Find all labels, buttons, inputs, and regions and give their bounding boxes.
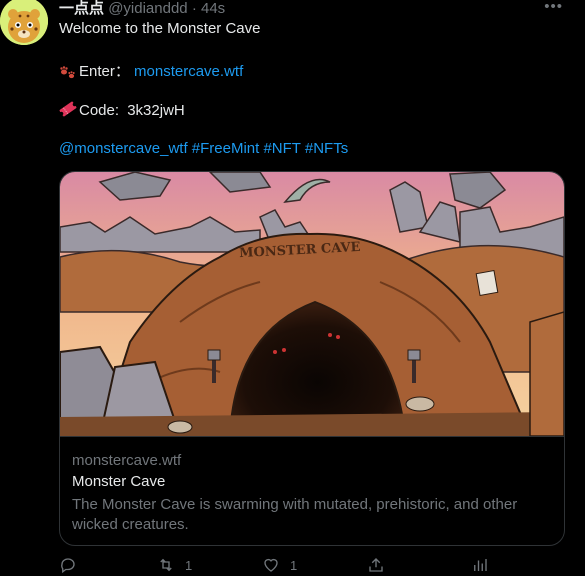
tweet-mentions[interactable]: @monstercave_wtf #FreeMint #NFT #NFTs [59, 140, 348, 157]
retweet-icon [160, 558, 172, 572]
analytics-button[interactable] [471, 556, 489, 574]
code-label: Code: [79, 102, 120, 119]
tweet-text-line1: Welcome to the Monster Cave [59, 20, 261, 37]
tweet-time[interactable]: 44s [201, 0, 225, 17]
like-count: 1 [290, 557, 298, 573]
card-image: MONSTER CAVE [60, 172, 564, 436]
link-card[interactable]: MONSTER CAVE monstercave.wtf Monster Cav… [59, 171, 565, 546]
like-button[interactable]: 1 [262, 556, 297, 574]
author-handle[interactable]: @yidianddd [108, 0, 187, 17]
paw-prints-icon [60, 66, 75, 79]
tweet-enter-line: Enter： monstercave.wtf [59, 60, 243, 81]
retweet-button[interactable]: 1 [157, 556, 192, 574]
avatar[interactable] [0, 0, 48, 45]
ticket-icon [59, 101, 77, 117]
author-name[interactable]: 一点点 [59, 0, 104, 17]
more-options-button[interactable]: ••• [544, 0, 563, 15]
card-body: monstercave.wtf Monster Cave The Monster… [60, 436, 564, 545]
reply-icon [61, 558, 75, 574]
cheetah-avatar-icon [0, 0, 48, 45]
share-button[interactable] [367, 556, 385, 574]
tweet-actions: 1 1 [59, 556, 559, 576]
tweet-code-line: Code: 3k32jwH [59, 100, 185, 119]
tweet-header: 一点点 @yidianddd · 44s [59, 0, 225, 18]
card-description: The Monster Cave is swarming with mutate… [72, 496, 518, 533]
more-horizontal-icon: ••• [544, 0, 563, 15]
code-value: 3k32jwH [127, 102, 185, 119]
heart-icon [264, 558, 278, 572]
card-title: Monster Cave [72, 473, 166, 490]
retweet-count: 1 [185, 557, 193, 573]
share-icon [369, 558, 383, 572]
enter-link[interactable]: monstercave.wtf [134, 63, 243, 80]
enter-label: Enter： [79, 63, 130, 80]
card-domain: monstercave.wtf [72, 452, 182, 469]
header-separator: · [191, 0, 197, 17]
reply-button[interactable] [59, 556, 87, 574]
analytics-icon [474, 559, 487, 571]
